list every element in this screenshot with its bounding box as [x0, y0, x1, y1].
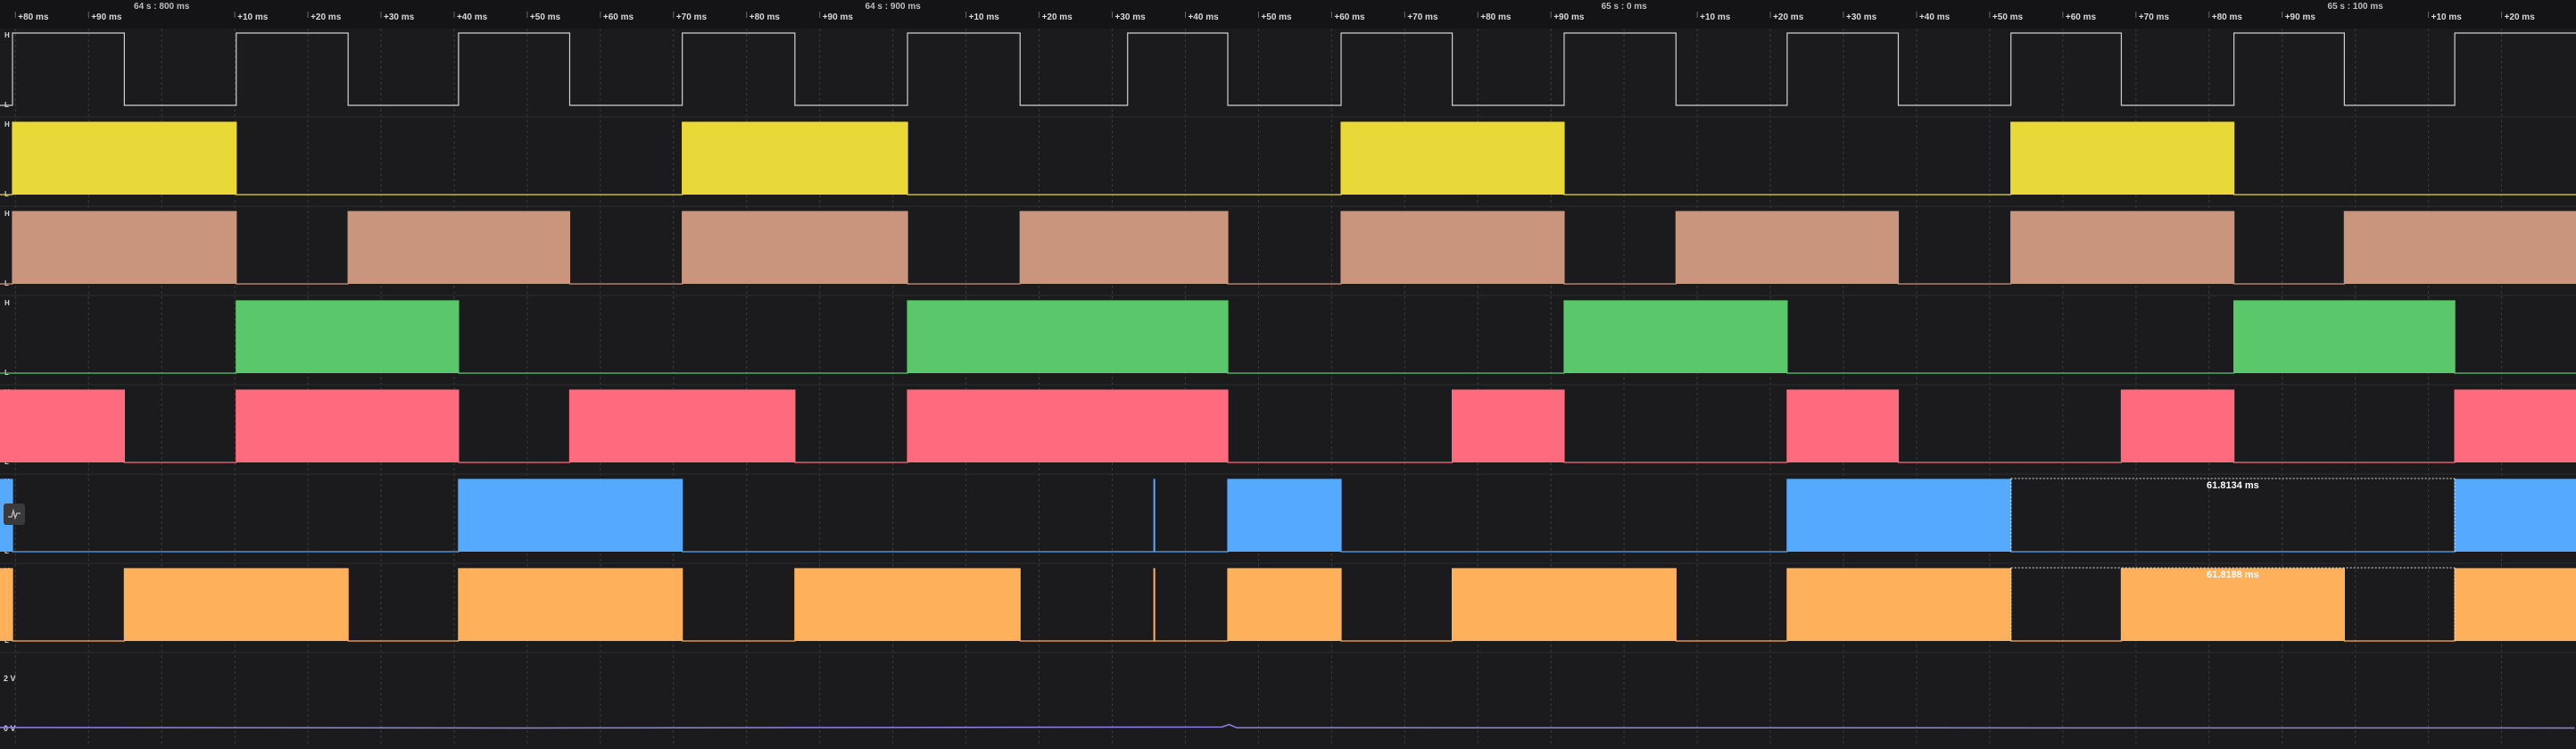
pulse — [1228, 569, 1342, 641]
pulse — [682, 122, 908, 195]
measurement-label: 61.8188 ms — [2207, 570, 2259, 580]
waveform-canvas: HLHLHLHLHLHLHL2 V0 V61.8134 ms61.8188 ms — [0, 29, 2576, 745]
ruler-tick-label: +20 ms — [2505, 12, 2536, 22]
ruler-tick-label: +80 ms — [1480, 12, 1512, 22]
pulse — [1452, 569, 1677, 641]
pulse — [458, 479, 683, 552]
channel-4-lane: HL — [0, 299, 2576, 386]
pulse — [2233, 301, 2456, 373]
pulse — [458, 569, 683, 641]
ruler-anchor-label: 64 s : 800 ms — [134, 2, 190, 12]
pulse — [1786, 569, 2011, 641]
ruler-tick-label: +90 ms — [2285, 12, 2316, 22]
pulse — [0, 569, 12, 641]
analog-scale-label: 2 V — [4, 674, 16, 683]
pulse — [2010, 212, 2234, 284]
ruler-tick-label: +70 ms — [676, 12, 708, 22]
trigger-glyph — [8, 508, 21, 520]
analog-trace — [0, 723, 2575, 729]
ruler-tick-label: +20 ms — [1042, 12, 1073, 22]
ruler-tick-label: +90 ms — [823, 12, 854, 22]
ruler-tick-label: +80 ms — [750, 12, 781, 22]
ruler-tick-label: +90 ms — [1553, 12, 1585, 22]
channel-7-lane: HL — [0, 567, 2576, 653]
pulse — [682, 212, 908, 284]
ruler-anchor-label: 65 s : 0 ms — [1602, 2, 1648, 12]
time-ruler-axis: +80 ms +90 ms +10 ms +20 ms +30 ms +40 ms +50 … — [14, 2, 2536, 22]
ruler-anchor-label: 64 s : 900 ms — [866, 2, 922, 12]
level-high-label: H — [4, 299, 10, 307]
pulse — [794, 569, 1021, 641]
waveform-area[interactable]: HLHLHLHLHLHLHL2 V0 V61.8134 ms61.8188 ms — [0, 29, 2576, 745]
time-ruler[interactable]: +80 ms +90 ms +10 ms +20 ms +30 ms +40 ms +50 … — [0, 0, 2576, 29]
pulse — [2455, 390, 2576, 462]
analog-lane: 2 V 0 V — [0, 674, 2575, 733]
ruler-tick-label: +90 ms — [91, 12, 122, 22]
level-high-label: H — [4, 210, 10, 218]
pulse — [1228, 479, 1342, 552]
pulse — [1563, 301, 1787, 373]
ruler-tick-label: +60 ms — [603, 12, 634, 22]
ruler-tick-label: +50 ms — [530, 12, 561, 22]
pulse — [569, 390, 795, 462]
measurement-1: 61.8134 ms — [2010, 478, 2456, 552]
ruler-tick-label: +40 ms — [457, 12, 488, 22]
pulse — [1341, 122, 1564, 195]
pulse — [12, 122, 236, 195]
trigger-icon[interactable] — [4, 503, 25, 525]
channel-2-lane: HL — [0, 121, 2576, 207]
ruler-tick-label: +30 ms — [1846, 12, 1877, 22]
ruler-tick-label: +30 ms — [1115, 12, 1147, 22]
ruler-tick-label: +60 ms — [1334, 12, 1365, 22]
channel-1-trace — [0, 32, 2576, 106]
pulse — [1341, 212, 1564, 284]
pulse — [236, 390, 459, 462]
ruler-tick-label: +50 ms — [1261, 12, 1292, 22]
pulse — [124, 569, 349, 641]
analog-scale-label: 0 V — [4, 724, 16, 733]
ruler-tick-label: +50 ms — [1992, 12, 2024, 22]
ruler-tick-label: +20 ms — [311, 12, 342, 22]
pulse — [0, 390, 125, 462]
pulse — [2344, 212, 2576, 284]
ruler-tick-label: +10 ms — [1700, 12, 1731, 22]
pulse — [2010, 122, 2234, 195]
ruler-tick-label: +10 ms — [237, 12, 269, 22]
pulse — [907, 301, 1229, 373]
ruler-tick-label: +30 ms — [384, 12, 415, 22]
ruler-tick-label: +10 ms — [2431, 12, 2463, 22]
ruler-anchor-label: 65 s : 100 ms — [2328, 2, 2384, 12]
ruler-tick-label: +40 ms — [1919, 12, 1951, 22]
level-high-label: H — [4, 121, 10, 129]
level-high-label: H — [4, 31, 10, 39]
ruler-tick-label: +60 ms — [2066, 12, 2097, 22]
pulse — [907, 390, 1229, 462]
pulse — [1020, 212, 1229, 284]
pulse — [12, 212, 236, 284]
ruler-tick-label: +70 ms — [2139, 12, 2170, 22]
pulse — [348, 212, 570, 284]
channel-3-lane: HL — [0, 210, 2576, 296]
ruler-tick-label: +10 ms — [969, 12, 1000, 22]
ruler-tick-label: +80 ms — [2212, 12, 2243, 22]
pulse — [1452, 390, 1564, 462]
pulse — [1786, 479, 2011, 552]
ruler-tick-label: +20 ms — [1773, 12, 1804, 22]
pulse — [1786, 390, 1899, 462]
ruler-tick-label: +70 ms — [1407, 12, 1438, 22]
channel-6-lane: HL — [0, 478, 2576, 564]
ruler-tick-label: +40 ms — [1188, 12, 1219, 22]
pulse — [1676, 212, 1899, 284]
ruler-tick-label: +80 ms — [18, 12, 49, 22]
pulse — [2455, 479, 2576, 552]
channel-1-lane: HL — [0, 31, 2576, 118]
pulse — [2455, 569, 2576, 641]
pulse — [2121, 390, 2234, 462]
pulse — [236, 301, 459, 373]
measurement-label: 61.8134 ms — [2207, 480, 2259, 491]
channel-5-lane: HL — [0, 388, 2576, 475]
